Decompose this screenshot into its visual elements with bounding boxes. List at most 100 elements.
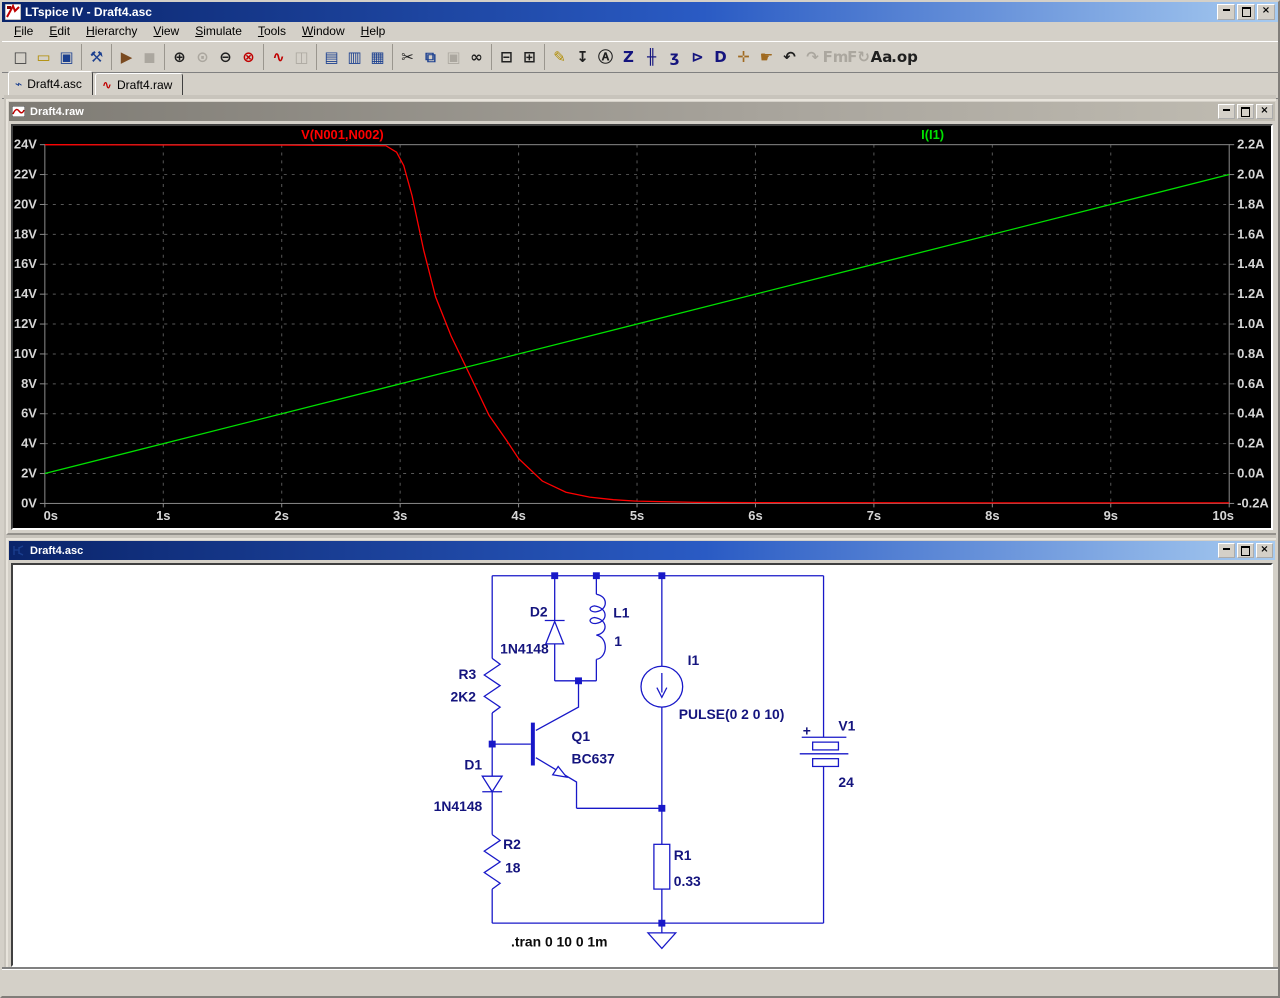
- waveform-plot-area[interactable]: 24V 22V 20V 18V 16V 14V 12V 10V 8V 6V 4V 2V 0V 2.2A 2.…: [11, 124, 1273, 530]
- run-simulation-icon: ▶: [120, 47, 133, 66]
- spice-directive-icon: .op: [891, 47, 918, 66]
- schematic-window-titlebar[interactable]: Draft4.asc ×: [9, 541, 1275, 560]
- place-component-button[interactable]: D: [709, 46, 732, 68]
- menu-edit[interactable]: Edit: [41, 23, 78, 40]
- close-icon[interactable]: ×: [1257, 4, 1275, 20]
- resistor-r1-symbol[interactable]: [653, 843, 671, 890]
- copy-button[interactable]: ⧉: [419, 46, 442, 68]
- place-resistor-button[interactable]: Z: [617, 46, 640, 68]
- find-button[interactable]: ∞: [465, 46, 488, 68]
- trace-label[interactable]: V(N001,N002): [301, 127, 384, 142]
- x-tick-label: 0s: [44, 508, 58, 523]
- minimize-icon[interactable]: [1217, 4, 1235, 20]
- maximize-icon[interactable]: [1237, 543, 1254, 558]
- y-left-tick-label: 24V: [14, 137, 37, 152]
- place-text-icon: Aa: [870, 47, 893, 66]
- label-q1-ref[interactable]: Q1: [572, 729, 591, 744]
- menu-help[interactable]: Help: [353, 23, 394, 40]
- menu-file[interactable]: File: [6, 23, 41, 40]
- schematic-canvas[interactable]: D2 1N4148 L1 1 R3 2K2 Q1 BC637 D1 1N4148…: [11, 563, 1273, 967]
- zoom-back-button: ⊙: [191, 46, 214, 68]
- menu-simulate[interactable]: Simulate: [187, 23, 250, 40]
- draw-wire-button[interactable]: ✎: [548, 46, 571, 68]
- place-diode-button[interactable]: ⊳: [686, 46, 709, 68]
- transistor-q1-emitter-arrow: [551, 765, 569, 779]
- y-left-tick-label: 8V: [21, 376, 37, 391]
- zoom-in-button[interactable]: ⊕: [168, 46, 191, 68]
- save-button[interactable]: ▣: [55, 46, 78, 68]
- schematic-labels: D2 1N4148 L1 1 R3 2K2 Q1 BC637 D1 1N4148…: [434, 605, 856, 950]
- label-l1-value[interactable]: 1: [614, 634, 622, 649]
- new-schematic-button[interactable]: □: [9, 46, 32, 68]
- minimize-icon[interactable]: [1218, 543, 1235, 558]
- diode-d1-symbol[interactable]: [481, 775, 504, 793]
- label-r2-value[interactable]: 18: [505, 861, 521, 876]
- tile-horizontally-button[interactable]: ▤: [320, 46, 343, 68]
- diode-d2-symbol[interactable]: [544, 575, 565, 681]
- label-r2-ref[interactable]: R2: [503, 837, 521, 852]
- control-panel-button[interactable]: ⚒: [85, 46, 108, 68]
- x-tick-label: 3s: [393, 508, 407, 523]
- run-simulation-button[interactable]: ▶: [115, 46, 138, 68]
- label-r3-ref[interactable]: R3: [458, 667, 476, 682]
- y-right-tick-label: 1.0A: [1237, 316, 1264, 331]
- label-q1-value[interactable]: BC637: [572, 752, 616, 767]
- tile-vertically-button[interactable]: ▥: [343, 46, 366, 68]
- place-capacitor-button[interactable]: ╫: [640, 46, 663, 68]
- spice-directive-text[interactable]: .tran 0 10 0 1m: [511, 935, 607, 950]
- tab-draft4.asc[interactable]: ⌁ Draft4.asc: [8, 71, 93, 98]
- place-inductor-button[interactable]: ʒ: [663, 46, 686, 68]
- drag-button[interactable]: ☛: [755, 46, 778, 68]
- restore-icon[interactable]: [1237, 4, 1255, 20]
- mirror-button: Fm: [823, 46, 849, 68]
- y-left-tick-label: 18V: [14, 226, 37, 241]
- label-i1-value[interactable]: PULSE(0 2 0 10): [679, 707, 785, 722]
- menu-window[interactable]: Window: [294, 23, 353, 40]
- resistor-r2-symbol[interactable]: [483, 834, 502, 890]
- control-panel-icon: ⚒: [89, 47, 104, 66]
- battery-v1-cell1: [811, 741, 840, 751]
- label-v1-value[interactable]: 24: [838, 775, 854, 790]
- label-l1-ref[interactable]: L1: [613, 606, 630, 621]
- cascade-windows-button[interactable]: ▦: [366, 46, 389, 68]
- x-tick-label: 10s: [1212, 508, 1234, 523]
- cut-button[interactable]: ✂: [396, 46, 419, 68]
- label-d1-value[interactable]: 1N4148: [434, 799, 483, 814]
- maximize-icon[interactable]: [1237, 104, 1254, 119]
- print-button[interactable]: ⊟: [495, 46, 518, 68]
- trace-label[interactable]: I(I1): [921, 127, 944, 142]
- place-text-button[interactable]: Aa: [870, 46, 893, 68]
- place-net-label-button[interactable]: Ⓐ: [594, 46, 617, 68]
- undo-button[interactable]: ↶: [778, 46, 801, 68]
- label-r1-value[interactable]: 0.33: [674, 874, 701, 889]
- label-r3-value[interactable]: 2K2: [451, 689, 477, 704]
- place-net-label-icon: Ⓐ: [597, 47, 613, 66]
- label-d1-ref[interactable]: D1: [464, 757, 482, 772]
- inductor-l1-symbol[interactable]: [589, 593, 606, 661]
- spice-directive-button[interactable]: .op: [891, 46, 918, 68]
- place-ground-button[interactable]: ↧: [571, 46, 594, 68]
- minimize-icon[interactable]: [1218, 104, 1235, 119]
- resistor-r3-symbol[interactable]: [483, 657, 502, 714]
- menu-tools[interactable]: Tools: [250, 23, 294, 40]
- waveform-window-titlebar[interactable]: Draft4.raw ×: [9, 102, 1275, 121]
- print-preview-button[interactable]: ⊞: [518, 46, 541, 68]
- waveform-pane-button[interactable]: ∿: [267, 46, 290, 68]
- label-v1-ref[interactable]: V1: [838, 719, 855, 734]
- move-button[interactable]: ✛: [732, 46, 755, 68]
- close-icon[interactable]: ×: [1256, 104, 1273, 119]
- label-d2-ref[interactable]: D2: [530, 605, 548, 620]
- zoom-in-icon: ⊕: [173, 47, 186, 66]
- open-file-button[interactable]: ▭: [32, 46, 55, 68]
- label-i1-ref[interactable]: I1: [688, 653, 700, 668]
- close-icon[interactable]: ×: [1256, 543, 1273, 558]
- zoom-full-extents-button[interactable]: ⊗: [237, 46, 260, 68]
- label-r1-ref[interactable]: R1: [674, 848, 692, 863]
- menu-view[interactable]: View: [145, 23, 187, 40]
- label-d2-value[interactable]: 1N4148: [500, 642, 549, 657]
- ground-symbol[interactable]: [646, 923, 678, 950]
- zoom-out-button[interactable]: ⊖: [214, 46, 237, 68]
- menu-hierarchy[interactable]: Hierarchy: [78, 23, 145, 40]
- transistor-q1-emitter: [535, 757, 578, 809]
- drag-icon: ☛: [759, 47, 774, 66]
